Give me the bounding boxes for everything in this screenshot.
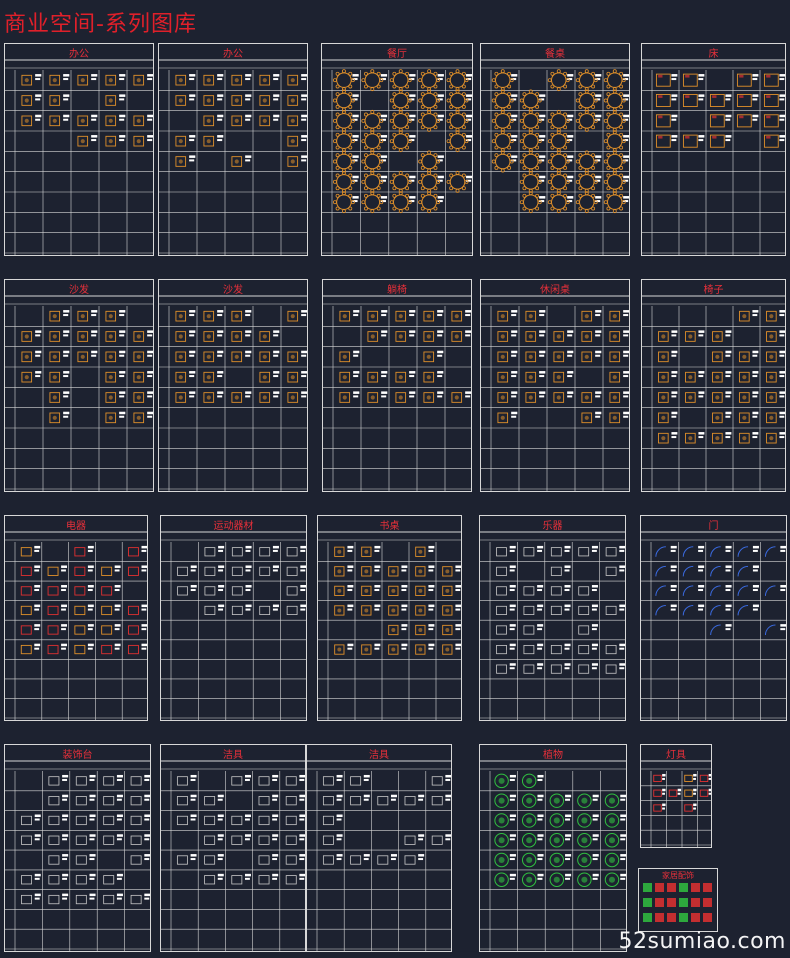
sheet-19: 植物 [479, 744, 627, 952]
sheet-15: 门 [640, 515, 787, 721]
sheet-drawing [323, 295, 471, 491]
sheet-8: 躺椅 [322, 279, 472, 492]
watermark: 52sumiao.com [618, 929, 786, 954]
sheet-17: 洁具 [160, 744, 306, 952]
sheet-drawing [159, 59, 307, 255]
sheet-accessories: 家居配饰 [638, 868, 718, 932]
sheet-2: 办公 [158, 43, 308, 256]
sheet-12: 运动器材 [160, 515, 307, 721]
sheet-5: 床 [641, 43, 786, 256]
sheet-11: 电器 [4, 515, 148, 721]
sheet-4: 餐桌 [480, 43, 630, 256]
sheet-drawing [642, 59, 785, 255]
sheet-16: 装饰台 [4, 744, 151, 952]
sheet-drawing [5, 760, 150, 951]
sheet-drawing [159, 295, 307, 491]
sheet-drawing [641, 760, 711, 847]
sheet-6: 沙发 [4, 279, 154, 492]
sheet-drawing [5, 295, 153, 491]
sheet-drawing [480, 760, 626, 951]
sheet-7: 沙发 [158, 279, 308, 492]
sheet-drawing [161, 531, 306, 720]
sheet-drawing [481, 59, 629, 255]
sheet-13: 书桌 [317, 515, 462, 721]
sheet-drawing [5, 59, 153, 255]
sheet-20: 灯具 [640, 744, 712, 848]
sheet-drawing [481, 295, 629, 491]
sheet-drawing [322, 59, 472, 255]
sheet-1: 办公 [4, 43, 154, 256]
sheet-drawing [161, 760, 305, 951]
sheet-drawing [643, 883, 712, 922]
sheet-14: 乐器 [479, 515, 626, 721]
sheet-drawing [641, 531, 786, 720]
sheet-drawing [480, 531, 625, 720]
sheet-3: 餐厅 [321, 43, 473, 256]
sheet-10: 椅子 [641, 279, 786, 492]
sheet-drawing [5, 531, 147, 720]
sheet-drawing [642, 295, 785, 491]
sheet-drawing [307, 760, 451, 951]
sheet-drawing [318, 531, 461, 720]
page-title: 商业空间-系列图库 [4, 12, 197, 37]
sheet-9: 休闲桌 [480, 279, 630, 492]
sheet-18: 洁具 [306, 744, 452, 952]
